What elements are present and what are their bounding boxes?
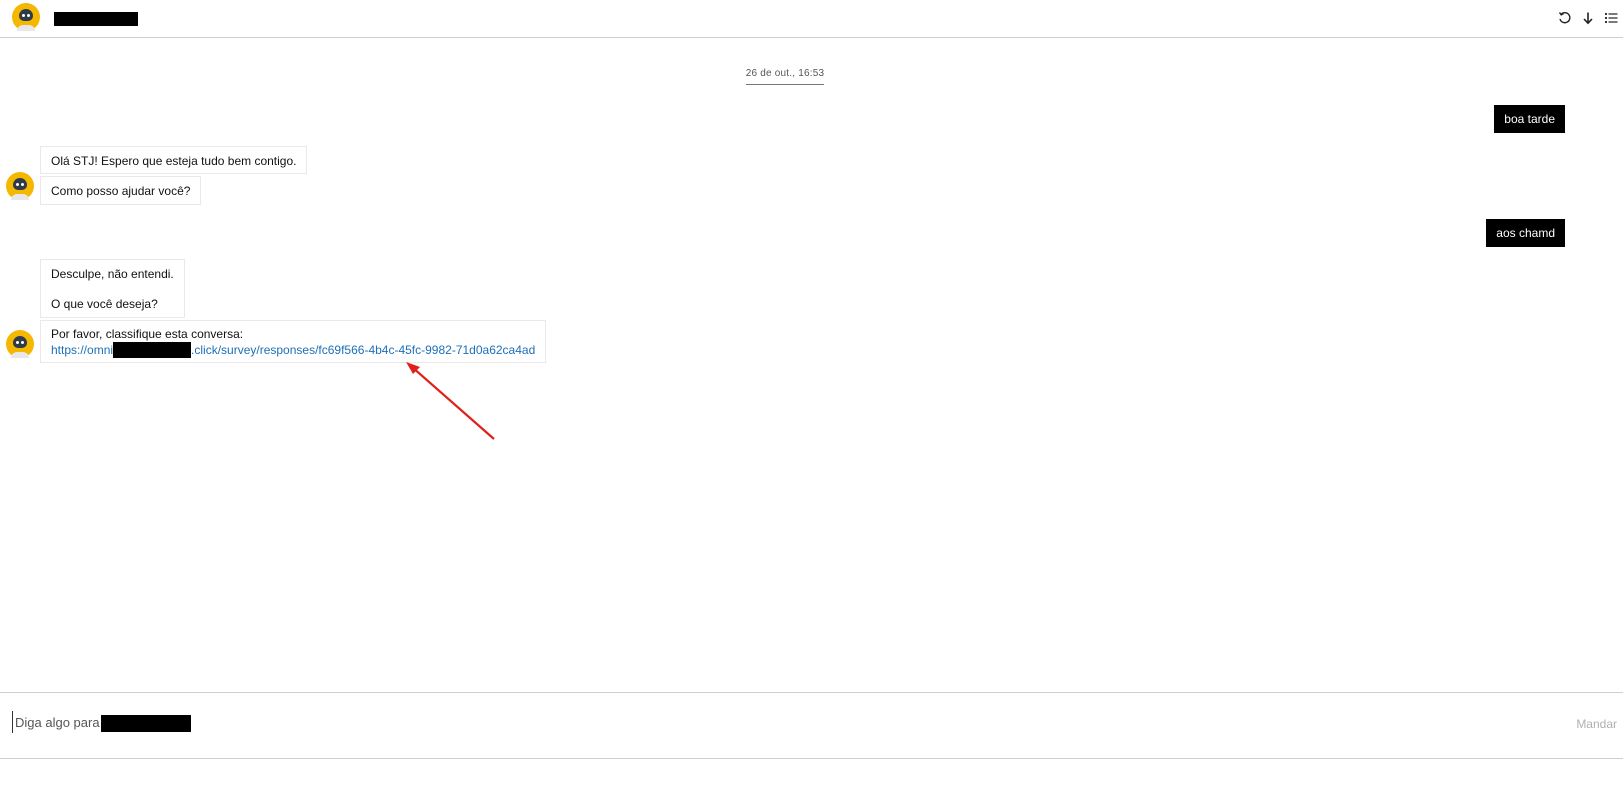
message-composer: Mandar: [0, 692, 1623, 759]
bot-message: Como posso ajudar você?: [40, 176, 202, 205]
message-input[interactable]: [12, 711, 1495, 733]
list-icon[interactable]: [1600, 7, 1622, 29]
date-separator-label: 26 de out., 16:53: [745, 68, 825, 85]
redacted-recipient-name: [101, 715, 191, 732]
bot-message: Olá STJ! Espero que esteja tudo bem cont…: [40, 146, 308, 174]
redacted-bot-name: [54, 12, 138, 26]
bot-message: Desculpe, não entendi. O que você deseja…: [40, 259, 185, 318]
robot-face-icon: [13, 178, 27, 190]
bot-avatar: [6, 172, 34, 200]
survey-link[interactable]: https://omni .click/survey/responses/fc69…: [51, 342, 535, 358]
chat-header: [0, 0, 1623, 38]
bot-avatar: [6, 330, 34, 358]
refresh-icon[interactable]: [1554, 7, 1576, 29]
date-separator: 26 de out., 16:53: [0, 68, 1570, 85]
robot-face-icon: [13, 336, 27, 348]
annotation-arrow-icon: [406, 362, 495, 440]
header-actions: [1554, 6, 1623, 30]
user-message: boa tarde: [1494, 105, 1565, 133]
chat-window: 26 de out., 16:53 boa tarde Olá STJ! Esp…: [0, 0, 1623, 787]
user-message: aos chamd: [1486, 219, 1565, 247]
bot-message: Por favor, classifique esta conversa: ht…: [40, 320, 547, 363]
send-button[interactable]: Mandar: [1576, 717, 1617, 731]
redacted-domain: [113, 342, 192, 358]
download-icon[interactable]: [1577, 7, 1599, 29]
bot-avatar: [12, 3, 40, 31]
survey-link-line: https://omni .click/survey/responses/fc69…: [51, 342, 535, 358]
robot-face-icon: [19, 9, 33, 21]
